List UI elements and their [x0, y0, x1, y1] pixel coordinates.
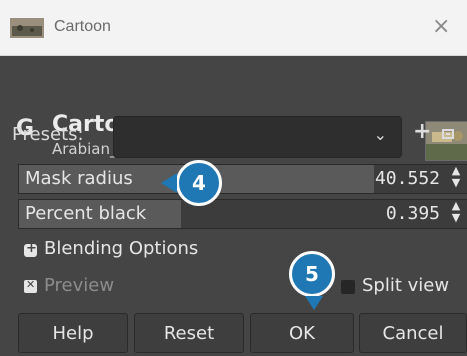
percent-black-stepper[interactable]: ▲ ▼ — [448, 200, 464, 228]
presets-combo[interactable]: ⌄ — [113, 116, 402, 158]
menu-icon[interactable] — [442, 129, 454, 139]
ok-button[interactable]: OK — [250, 313, 354, 353]
preview-checkbox[interactable] — [24, 278, 37, 293]
split-view-label[interactable]: Split view — [362, 275, 449, 296]
blending-options-expander[interactable]: Blending Options — [44, 238, 198, 259]
mask-radius-stepper[interactable]: ▲ ▼ — [448, 165, 464, 193]
percent-black-label: Percent black — [25, 203, 147, 224]
chevron-down-icon[interactable]: ▼ — [448, 212, 464, 224]
dialog-header: G Cartoon Arabian_Leopard.jpg-52 ([Arabi… — [0, 56, 467, 161]
percent-black-spinscale[interactable]: Percent black 0.395 ▲ ▼ — [18, 199, 467, 229]
mask-radius-spinscale[interactable]: Mask radius 40.552 ▲ ▼ — [18, 164, 467, 194]
mask-radius-label: Mask radius — [25, 168, 133, 189]
preview-label[interactable]: Preview — [44, 275, 114, 296]
step-badge-5: 5 — [289, 251, 335, 310]
close-icon[interactable]: × — [432, 14, 450, 39]
title-bar: Cartoon × — [0, 0, 467, 56]
mask-radius-value[interactable]: 40.552 — [375, 168, 440, 189]
presets-label: Presets: — [12, 124, 84, 145]
reset-button[interactable]: Reset — [134, 313, 244, 353]
help-button[interactable]: Help — [18, 313, 128, 353]
chevron-down-icon[interactable]: ▼ — [448, 177, 464, 189]
step-badge-4: 4 — [161, 160, 222, 206]
chevron-down-icon: ⌄ — [373, 125, 387, 144]
cancel-button[interactable]: Cancel — [359, 313, 467, 353]
split-view-checkbox[interactable] — [341, 280, 355, 294]
window-title: Cartoon — [54, 18, 111, 35]
plus-icon[interactable]: + — [413, 119, 431, 144]
app-icon — [10, 18, 44, 38]
percent-black-value[interactable]: 0.395 — [386, 203, 440, 224]
expander-icon[interactable] — [24, 241, 37, 257]
